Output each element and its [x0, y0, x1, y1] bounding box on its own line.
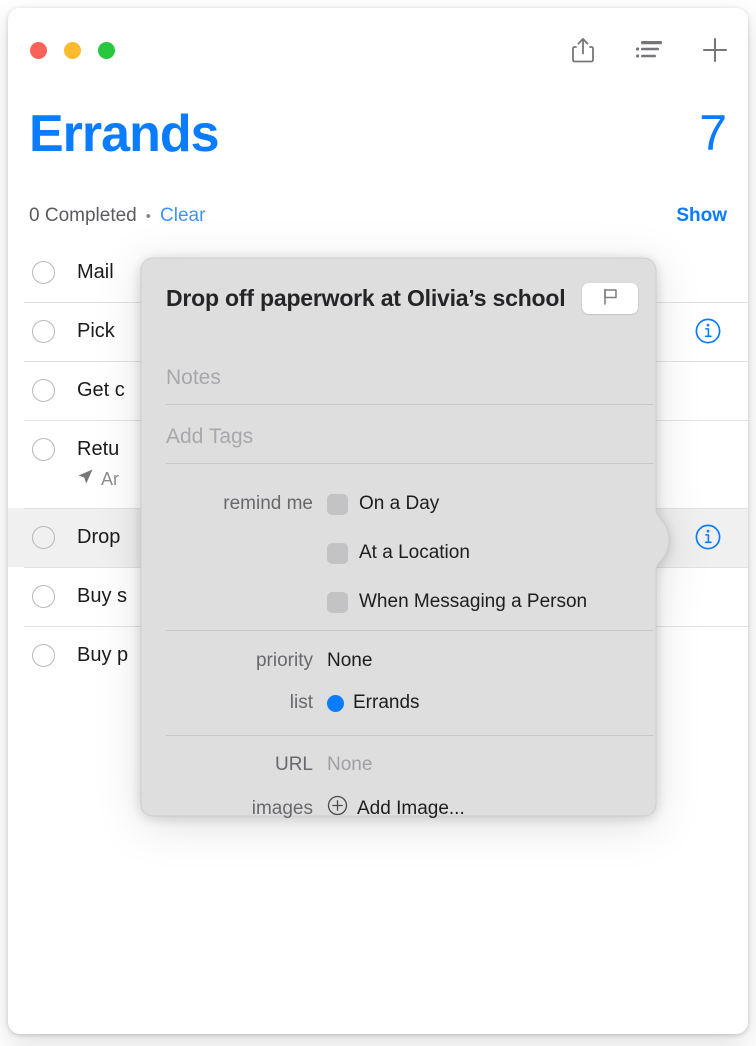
- reminder-checkbox[interactable]: [32, 585, 55, 608]
- remind-me-option-label: When Messaging a Person: [359, 591, 588, 612]
- remind-me-on-a-day-row: remind me On a Day: [223, 493, 440, 515]
- remind-me-label: remind me: [223, 493, 313, 514]
- flag-icon: [601, 287, 620, 311]
- window-titlebar: [8, 8, 748, 88]
- window-toolbar: [568, 34, 730, 66]
- close-window-button[interactable]: [30, 42, 47, 59]
- checkbox-when-messaging-a-person[interactable]: [327, 591, 348, 613]
- reminder-checkbox[interactable]: [32, 379, 55, 402]
- priority-row[interactable]: priority None: [256, 650, 373, 672]
- reminder-info-button[interactable]: [695, 318, 721, 344]
- page-title: Errands: [29, 105, 220, 163]
- images-label: images: [251, 797, 313, 819]
- list-header: Errands 7 0 Completed • Clear Show: [8, 88, 748, 243]
- priority-label: priority: [255, 650, 313, 671]
- reminder-title: Mail: [77, 261, 114, 283]
- reminder-title: Buy p: [77, 644, 129, 666]
- checkbox-on-a-day[interactable]: [327, 493, 348, 515]
- checkbox-at-a-location[interactable]: [327, 542, 348, 564]
- reminder-checkbox[interactable]: [32, 320, 55, 343]
- reminder-title: Retu: [77, 438, 120, 460]
- list-view-icon: [636, 40, 662, 60]
- reminder-checkbox[interactable]: [32, 644, 55, 667]
- add-image-label: Add Image...: [357, 797, 465, 819]
- popover-content: Drop off paperwork at Olivia’s school No…: [141, 258, 662, 824]
- remind-me-at-a-location-row: At a Location: [327, 542, 470, 564]
- reminders-window: Errands 7 0 Completed • Clear Show Mail P…: [8, 8, 748, 1034]
- location-arrow-icon: [77, 468, 94, 490]
- priority-value: None: [327, 650, 373, 671]
- share-button[interactable]: [568, 34, 598, 66]
- remind-me-divider: [166, 630, 654, 631]
- remind-me-when-messaging-row: When Messaging a Person: [327, 591, 587, 613]
- images-row[interactable]: images Add Image...: [252, 795, 465, 822]
- list-value: Errands: [353, 692, 420, 713]
- reminder-info-button[interactable]: [695, 524, 721, 550]
- reminder-checkbox[interactable]: [32, 526, 55, 549]
- popover-reminder-title[interactable]: Drop off paperwork at Olivia’s school: [166, 284, 566, 313]
- list-label: list: [289, 692, 313, 713]
- reminder-checkbox[interactable]: [32, 261, 55, 284]
- plus-circle-icon: [327, 795, 348, 822]
- notes-divider: [166, 404, 654, 405]
- list-row[interactable]: list Errands: [290, 692, 420, 714]
- summary-separator-dot: •: [145, 208, 151, 225]
- add-reminder-button[interactable]: [700, 34, 730, 66]
- reminder-subtitle-text: Ar: [101, 468, 119, 489]
- reminders-app-screenshot: Errands 7 0 Completed • Clear Show Mail P…: [0, 0, 756, 1046]
- minimize-window-button[interactable]: [64, 42, 81, 59]
- url-label: URL: [274, 754, 313, 775]
- add-icon: [702, 37, 728, 63]
- tags-input[interactable]: Add Tags: [166, 425, 654, 449]
- reminder-title: Pick: [77, 320, 115, 342]
- view-options-button[interactable]: [634, 34, 664, 66]
- reminder-title: Buy s: [77, 585, 128, 607]
- reminder-title: Drop: [77, 526, 121, 548]
- share-icon: [572, 37, 594, 63]
- remind-me-option-label: On a Day: [359, 493, 440, 514]
- flag-toggle-button[interactable]: [582, 283, 638, 314]
- reminder-title: Get c: [77, 379, 125, 401]
- reminder-count: 7: [699, 105, 727, 161]
- url-row[interactable]: URL None: [275, 754, 373, 776]
- info-icon: [695, 318, 721, 348]
- show-completed-link[interactable]: Show: [676, 205, 727, 227]
- list-divider: [166, 735, 654, 736]
- reminder-checkbox[interactable]: [32, 438, 55, 461]
- notes-input[interactable]: Notes: [166, 366, 654, 390]
- list-color-swatch: [327, 694, 344, 712]
- tags-divider: [166, 463, 654, 464]
- info-icon: [695, 524, 721, 554]
- completed-summary: 0 Completed • Clear: [29, 205, 205, 227]
- clear-completed-link[interactable]: Clear: [160, 205, 205, 227]
- remind-me-option-label: At a Location: [359, 542, 470, 563]
- traffic-light-controls: [30, 42, 115, 59]
- reminder-location-subtitle: Ar: [77, 468, 119, 490]
- maximize-window-button[interactable]: [98, 42, 115, 59]
- reminder-details-popover: Drop off paperwork at Olivia’s school No…: [133, 250, 670, 832]
- url-value: None: [327, 754, 373, 775]
- completed-count-label: 0 Completed: [29, 205, 137, 226]
